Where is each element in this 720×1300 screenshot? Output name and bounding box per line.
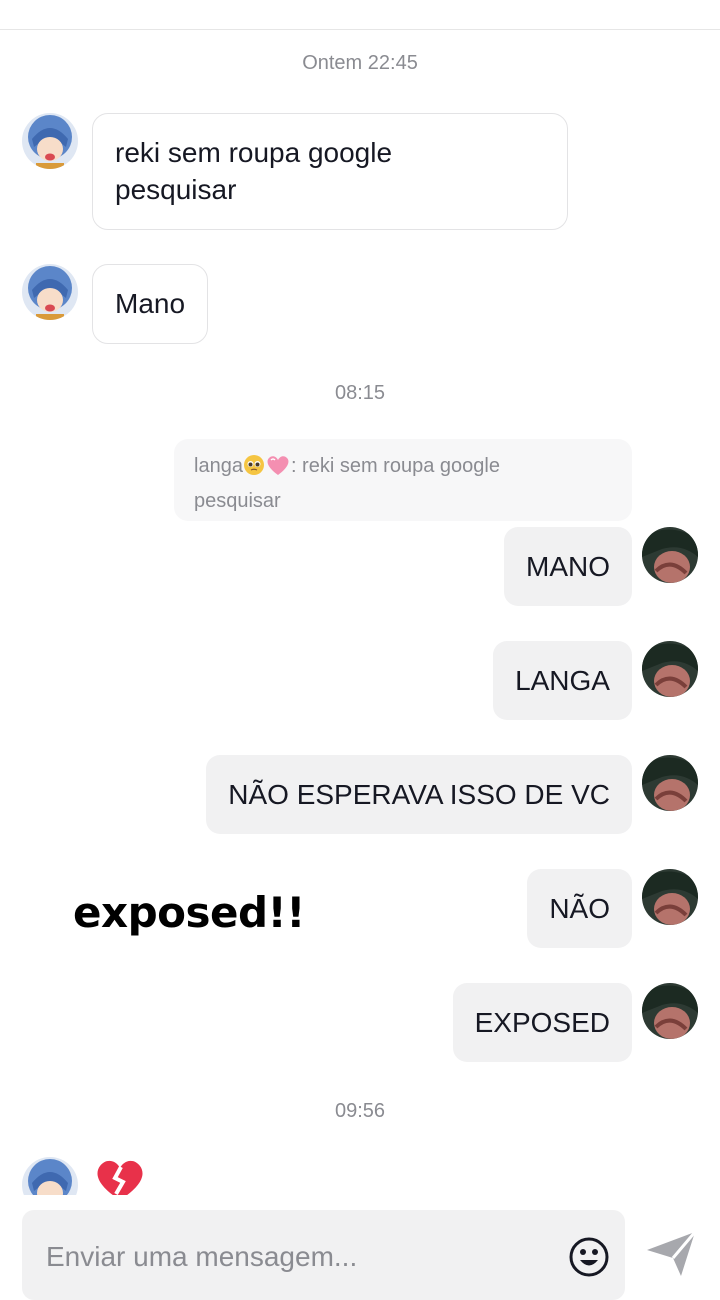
timestamp: 08:15 <box>334 382 386 404</box>
quote-author: langa <box>194 455 243 477</box>
user-avatar[interactable] <box>642 755 698 811</box>
contact-avatar[interactable] <box>22 264 78 320</box>
message-input[interactable] <box>44 1232 568 1282</box>
emoji-button[interactable] <box>567 1235 611 1279</box>
reply-quote[interactable]: langa: reki sem roupa google pesquisar <box>174 439 632 521</box>
outgoing-message[interactable]: NÃO <box>527 869 632 948</box>
pink-heart-icon <box>265 454 291 486</box>
message-composer <box>22 1210 625 1300</box>
incoming-message[interactable]: Mano <box>92 264 209 344</box>
send-icon <box>647 1231 697 1276</box>
timestamp: 09:56 <box>334 1100 386 1122</box>
user-avatar[interactable] <box>642 527 698 583</box>
outgoing-message[interactable]: LANGA <box>493 641 632 720</box>
user-avatar[interactable] <box>642 641 698 697</box>
top-bar <box>0 0 720 30</box>
smiley-icon <box>569 1237 609 1277</box>
last-message-row <box>0 1140 720 1195</box>
timestamp: Ontem 22:45 <box>302 52 418 74</box>
user-avatar[interactable] <box>642 983 698 1039</box>
outgoing-message[interactable]: MANO <box>504 527 632 606</box>
contact-avatar[interactable] <box>22 113 78 169</box>
outgoing-message[interactable]: EXPOSED <box>452 983 632 1062</box>
broken-heart-icon[interactable] <box>94 1158 146 1195</box>
overlay-caption: exposed!! <box>73 888 305 937</box>
pleading-face-icon <box>243 454 265 486</box>
send-button[interactable] <box>645 1230 697 1278</box>
user-avatar[interactable] <box>642 869 698 925</box>
contact-avatar[interactable] <box>22 1157 78 1195</box>
outgoing-message[interactable]: NÃO ESPERAVA ISSO DE VC <box>206 755 632 834</box>
incoming-message[interactable]: reki sem roupa google pesquisar <box>92 113 568 230</box>
